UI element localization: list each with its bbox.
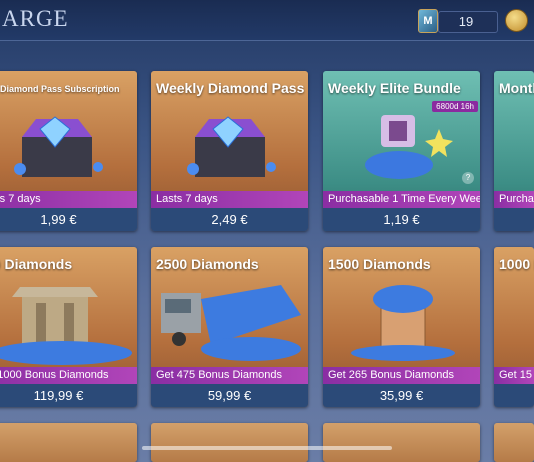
top-bar: ARGE M 19 [0, 0, 534, 41]
shop-card-weekly-elite-bundle[interactable]: Weekly Elite Bundle 6800d 16h ? Purchasa… [323, 71, 480, 231]
currency-counter[interactable]: 19 [438, 11, 498, 33]
card-price-button[interactable]: 1,19 € [323, 208, 480, 231]
card-note: Purchasable 1 Time Every Week [323, 191, 480, 208]
card-title: Weekly Elite Bundle [328, 80, 461, 96]
card-title: 2500 Diamonds [156, 256, 259, 272]
shop-card-row3-2[interactable] [151, 423, 308, 462]
m-card-icon: M [418, 9, 438, 33]
card-price-button[interactable]: 35,99 € [323, 384, 480, 407]
card-note: asts 7 days [0, 191, 137, 208]
card-title: 00 Diamonds [0, 256, 73, 272]
shop-card-row3-1[interactable] [0, 423, 137, 462]
coin-icon[interactable] [505, 9, 528, 32]
shop-card-monthly-partial[interactable]: Month Purchas [494, 71, 534, 231]
home-indicator[interactable] [142, 446, 392, 450]
card-price-button[interactable]: 59,99 € [151, 384, 308, 407]
card-note: Get 15 [494, 367, 534, 384]
shop-card-1500-diamonds[interactable]: 1500 Diamonds Get 265 Bonus Diamonds 35,… [323, 247, 480, 407]
elite-bundle-art [365, 115, 453, 179]
bank-diamonds-art [0, 287, 132, 365]
card-title: 1000 D [499, 256, 534, 272]
page-title: ARGE [2, 6, 69, 31]
currency-value: 19 [458, 14, 474, 29]
shop-card-2500-diamonds[interactable]: 2500 Diamonds Get 475 Bonus Diamonds 59,… [151, 247, 308, 407]
card-title: 1500 Diamonds [328, 256, 431, 272]
truck-diamonds-art [161, 285, 301, 361]
shop-card-diamonds-bank[interactable]: 00 Diamonds et 1000 Bonus Diamonds 119,9… [0, 247, 137, 407]
shop-card-diamond-pass-subscription[interactable]: kly Diamond Pass Subscription asts 7 day… [0, 71, 137, 231]
info-icon[interactable]: ? [462, 172, 474, 184]
card-title: Weekly Diamond Pass [156, 80, 305, 96]
diamond-pass-chest-art [14, 116, 103, 177]
shop-card-weekly-diamond-pass[interactable]: Weekly Diamond Pass Lasts 7 days 2,49 € [151, 71, 308, 231]
card-title: kly Diamond Pass Subscription [0, 84, 120, 94]
card-price-button[interactable] [494, 208, 534, 231]
card-price-button[interactable]: 119,99 € [0, 384, 137, 407]
card-price-button[interactable]: 2,49 € [151, 208, 308, 231]
card-price-button[interactable]: 1,99 € [0, 208, 137, 231]
card-note: Lasts 7 days [151, 191, 308, 208]
card-note: Purchas [494, 191, 534, 208]
barrel-diamonds-art [351, 285, 455, 361]
card-price-button[interactable] [494, 384, 534, 407]
card-note: Get 475 Bonus Diamonds [151, 367, 308, 384]
card-title: Month [499, 80, 534, 96]
shop-card-row3-3[interactable] [323, 423, 480, 462]
card-note: et 1000 Bonus Diamonds [0, 367, 137, 384]
shop-card-1000-diamonds-partial[interactable]: 1000 D Get 15 [494, 247, 534, 407]
shop-card-row3-4[interactable] [494, 423, 534, 462]
diamond-pass-chest-art [187, 116, 276, 177]
card-note: Get 265 Bonus Diamonds [323, 367, 480, 384]
